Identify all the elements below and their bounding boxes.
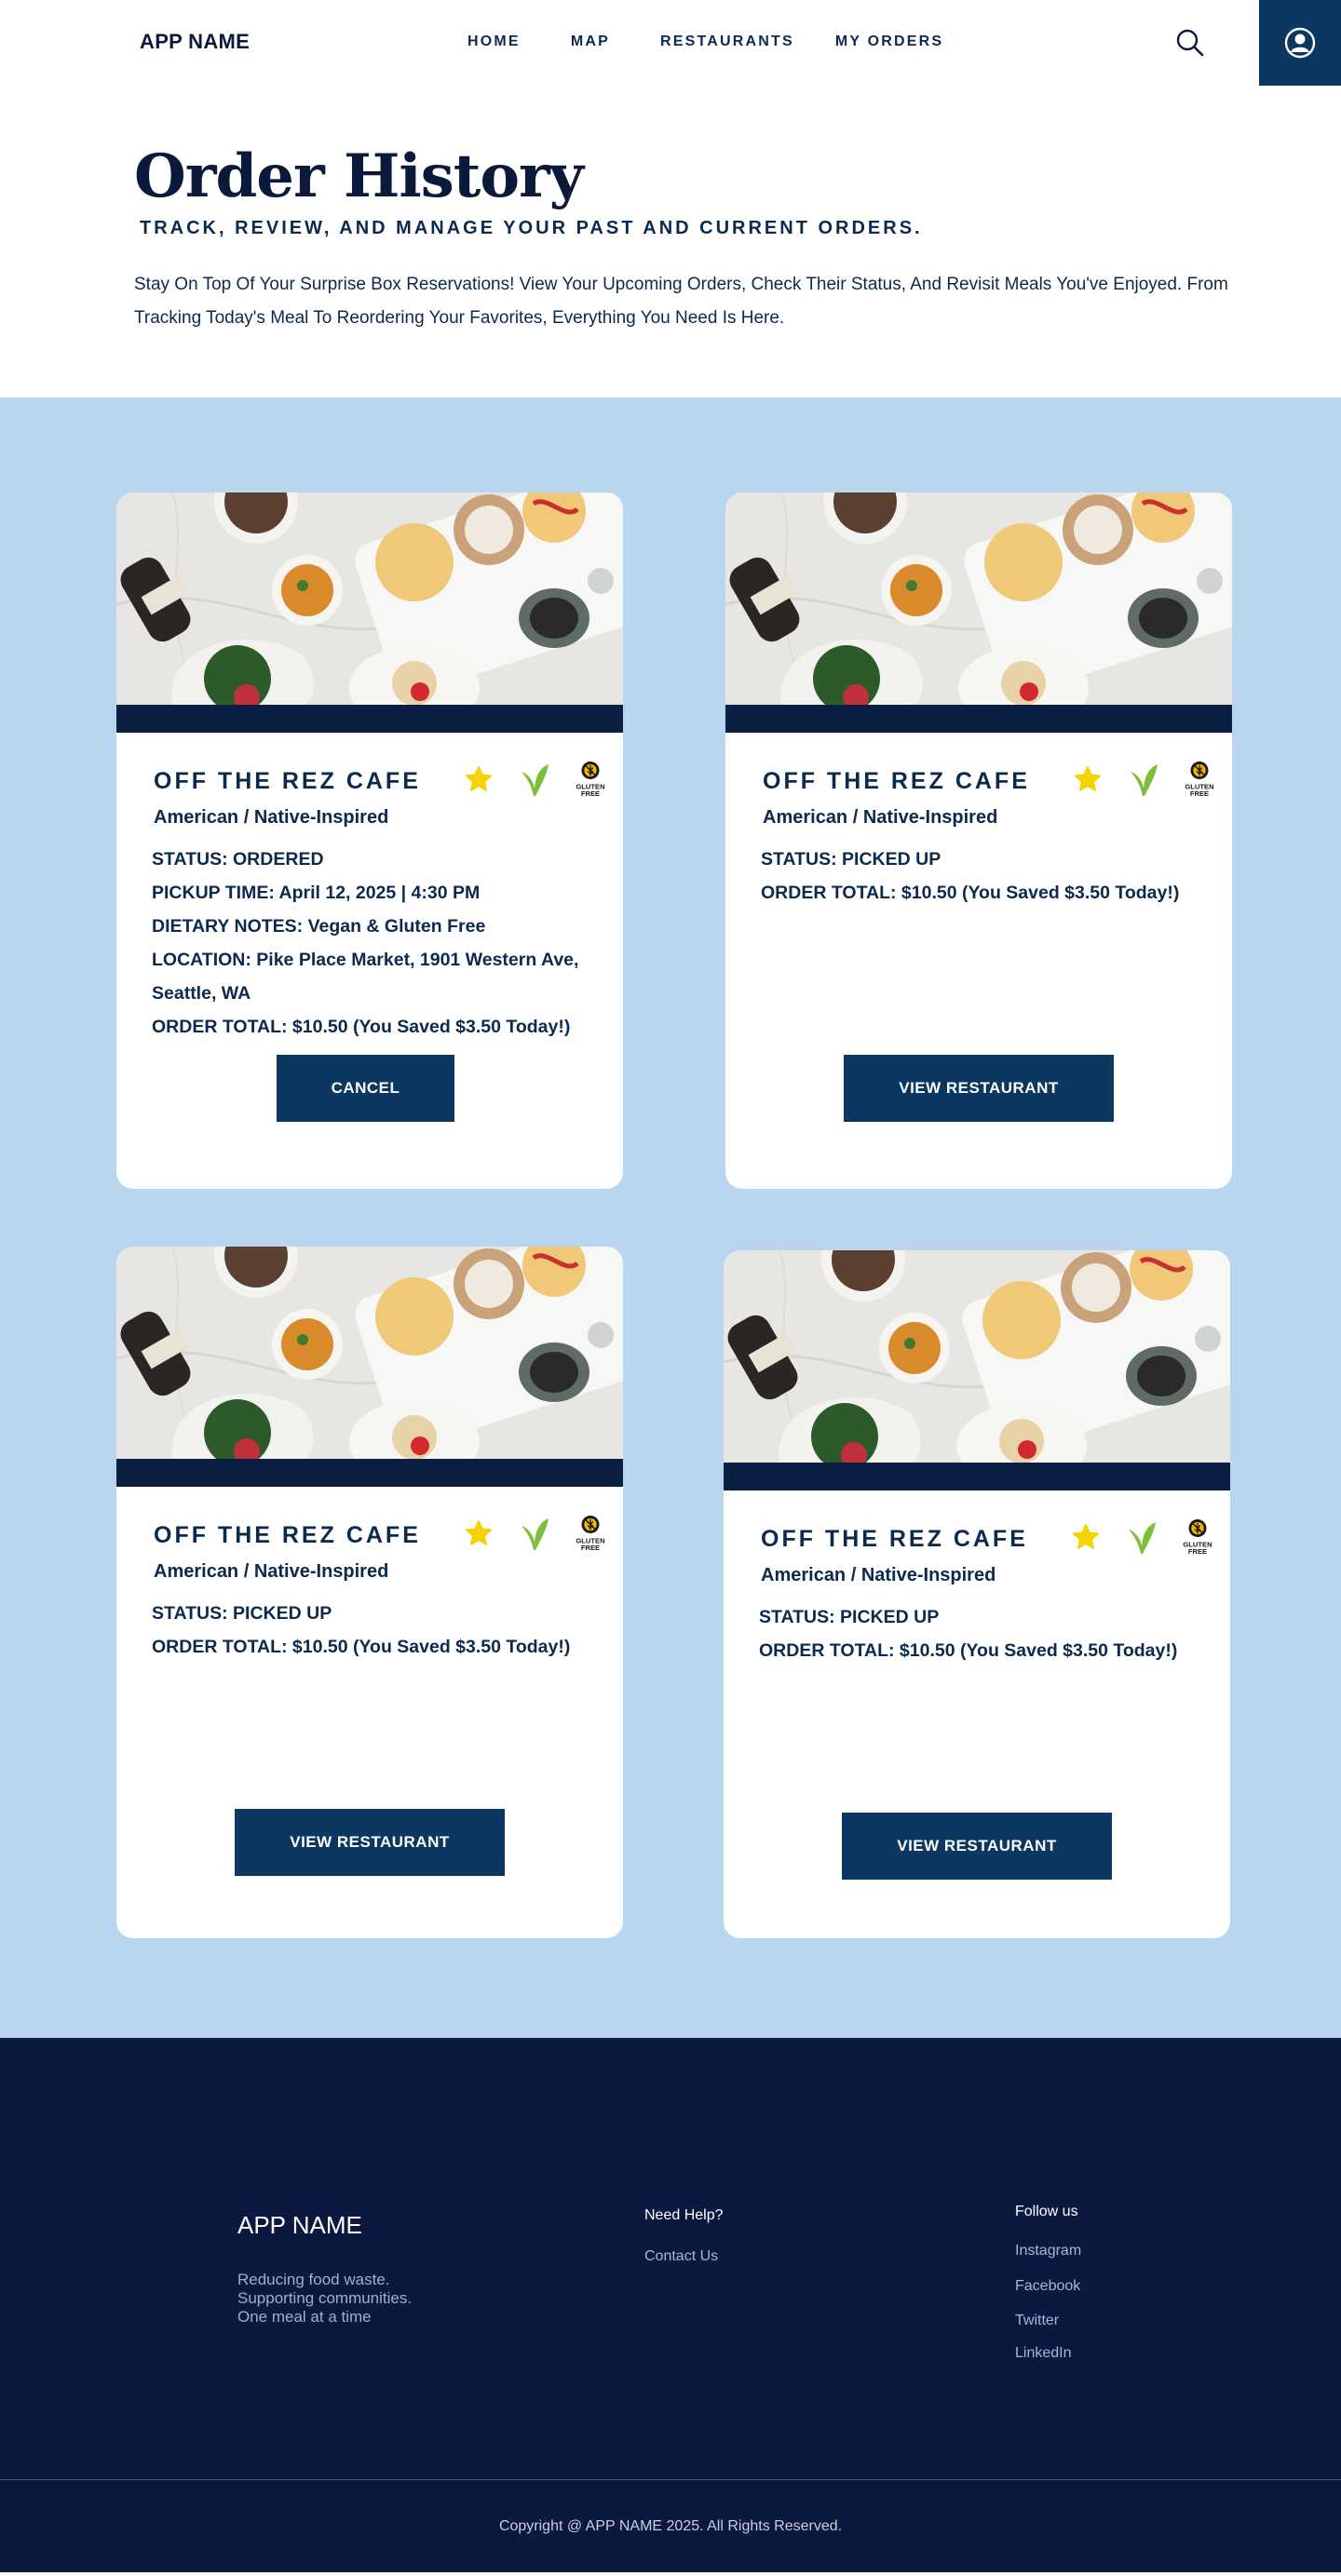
gluten-free-icon: GLUTEN FREE xyxy=(1182,759,1217,800)
order-details: STATUS: PICKED UP ORDER TOTAL: $10.50 (Y… xyxy=(761,843,1204,910)
gluten-free-icon: GLUTEN FREE xyxy=(573,759,608,800)
search-button[interactable] xyxy=(1175,28,1205,58)
pickup-time-line: PICKUP TIME: April 12, 2025 | 4:30 PM xyxy=(152,883,481,903)
restaurant-name: OFF THE REZ CAFE xyxy=(761,1526,1028,1552)
vegan-leaf-icon xyxy=(517,759,552,800)
view-restaurant-button[interactable]: VIEW RESTAURANT xyxy=(844,1055,1114,1122)
cancel-button[interactable]: CANCEL xyxy=(277,1055,454,1122)
linkedin-link[interactable]: LinkedIn xyxy=(1015,2345,1072,2362)
gluten-free-icon: GLUTEN FREE xyxy=(1180,1517,1215,1558)
user-icon xyxy=(1284,27,1316,59)
nav-restaurants[interactable]: RESTAURANTS xyxy=(660,34,794,50)
intro-section: Order History TRACK, REVIEW, AND MANAGE … xyxy=(0,86,1341,398)
order-total-line: ORDER TOTAL: $10.50 (You Saved $3.50 Tod… xyxy=(761,883,1180,903)
svg-text:FREE: FREE xyxy=(581,1544,600,1552)
nav-my-orders[interactable]: MY ORDERS xyxy=(835,34,943,50)
order-total-line: ORDER TOTAL: $10.50 (You Saved $3.50 Tod… xyxy=(152,1637,571,1657)
tagline-line: One meal at a time xyxy=(237,2308,372,2326)
svg-text:FREE: FREE xyxy=(1188,1547,1207,1556)
tagline-line: Supporting communities. xyxy=(237,2289,413,2307)
location-line-2: Seattle, WA xyxy=(152,983,251,1004)
cuisine-label: American / Native-Inspired xyxy=(154,1561,389,1582)
order-card: OFF THE REZ CAFE GLUTEN FREE American / N… xyxy=(724,1250,1230,1938)
star-icon xyxy=(461,1513,496,1554)
vegan-leaf-icon xyxy=(1126,759,1161,800)
dietary-badges: GLUTEN FREE xyxy=(461,1513,608,1554)
status-line: STATUS: PICKED UP xyxy=(152,1603,332,1624)
status-line: STATUS: PICKED UP xyxy=(759,1607,940,1627)
footer-divider xyxy=(0,2479,1341,2480)
star-icon xyxy=(1070,759,1105,800)
page-description: Stay On Top Of Your Surprise Box Reserva… xyxy=(134,275,1228,328)
vegan-leaf-icon xyxy=(1124,1517,1159,1558)
copyright-text: Copyright @ APP NAME 2025. All Rights Re… xyxy=(498,2518,843,2534)
card-band xyxy=(725,705,1232,733)
food-photo xyxy=(724,1250,1230,1463)
gluten-free-icon: GLUTEN FREE xyxy=(573,1513,608,1554)
star-icon xyxy=(1068,1517,1104,1558)
dietary-badges: GLUTEN FREE xyxy=(1070,759,1217,800)
order-details: STATUS: PICKED UP ORDER TOTAL: $10.50 (Y… xyxy=(152,1597,595,1664)
contact-us-link[interactable]: Contact Us xyxy=(644,2248,718,2265)
dietary-notes-line: DIETARY NOTES: Vegan & Gluten Free xyxy=(152,916,486,937)
order-details: STATUS: PICKED UP ORDER TOTAL: $10.50 (Y… xyxy=(759,1600,1202,1667)
restaurant-name: OFF THE REZ CAFE xyxy=(154,768,421,794)
page-title: Order History xyxy=(134,142,584,211)
profile-button[interactable] xyxy=(1259,0,1341,86)
order-details: STATUS: ORDERED PICKUP TIME: April 12, 2… xyxy=(152,843,595,1044)
footer-tagline: Reducing food waste. Supporting communit… xyxy=(237,2271,412,2326)
view-restaurant-button[interactable]: VIEW RESTAURANT xyxy=(842,1813,1112,1880)
food-photo xyxy=(116,492,623,705)
cuisine-label: American / Native-Inspired xyxy=(761,1565,996,1585)
follow-heading: Follow us xyxy=(1015,2204,1078,2219)
tagline-line: Reducing food waste. xyxy=(237,2271,390,2288)
order-total-line: ORDER TOTAL: $10.50 (You Saved $3.50 Tod… xyxy=(759,1640,1178,1661)
help-heading: Need Help? xyxy=(644,2207,724,2223)
restaurant-name: OFF THE REZ CAFE xyxy=(154,1522,421,1548)
instagram-link[interactable]: Instagram xyxy=(1015,2243,1081,2259)
cuisine-label: American / Native-Inspired xyxy=(154,807,389,828)
status-line: STATUS: PICKED UP xyxy=(761,849,941,870)
orders-section: OFF THE REZ CAFE GLUTEN FREE American / N… xyxy=(0,398,1341,2038)
svg-text:FREE: FREE xyxy=(581,789,600,798)
food-photo xyxy=(725,492,1232,705)
dietary-badges: GLUTEN FREE xyxy=(461,759,608,800)
view-restaurant-button[interactable]: VIEW RESTAURANT xyxy=(235,1809,505,1876)
nav-home[interactable]: HOME xyxy=(467,34,521,50)
page-subtitle: TRACK, REVIEW, AND MANAGE YOUR PAST AND … xyxy=(140,218,923,238)
footer-brand[interactable]: APP NAME xyxy=(237,2211,362,2240)
location-line: LOCATION: Pike Place Market, 1901 Wester… xyxy=(152,950,579,970)
vegan-leaf-icon xyxy=(517,1513,552,1554)
facebook-link[interactable]: Facebook xyxy=(1015,2278,1080,2295)
main-nav: HOME MAP RESTAURANTS MY ORDERS xyxy=(467,34,943,50)
order-card: OFF THE REZ CAFE GLUTEN FREE American / N… xyxy=(116,1247,623,1938)
star-icon xyxy=(461,759,496,800)
twitter-link[interactable]: Twitter xyxy=(1015,2313,1059,2329)
order-card: OFF THE REZ CAFE GLUTEN FREE American / N… xyxy=(725,492,1232,1189)
card-band xyxy=(116,1459,623,1487)
site-footer: APP NAME Reducing food waste. Supporting… xyxy=(0,2038,1341,2572)
nav-map[interactable]: MAP xyxy=(571,34,610,50)
search-icon xyxy=(1176,29,1204,57)
restaurant-name: OFF THE REZ CAFE xyxy=(763,768,1030,794)
svg-text:FREE: FREE xyxy=(1190,789,1209,798)
app-brand[interactable]: APP NAME xyxy=(140,30,250,54)
card-band xyxy=(724,1463,1230,1490)
order-card: OFF THE REZ CAFE GLUTEN FREE American / N… xyxy=(116,492,623,1189)
top-navigation: APP NAME HOME MAP RESTAURANTS MY ORDERS xyxy=(0,0,1341,86)
status-line: STATUS: ORDERED xyxy=(152,849,324,870)
order-total-line: ORDER TOTAL: $10.50 (You Saved $3.50 Tod… xyxy=(152,1017,571,1037)
food-photo xyxy=(116,1247,623,1459)
dietary-badges: GLUTEN FREE xyxy=(1068,1517,1215,1558)
card-band xyxy=(116,705,623,733)
cuisine-label: American / Native-Inspired xyxy=(763,807,998,828)
